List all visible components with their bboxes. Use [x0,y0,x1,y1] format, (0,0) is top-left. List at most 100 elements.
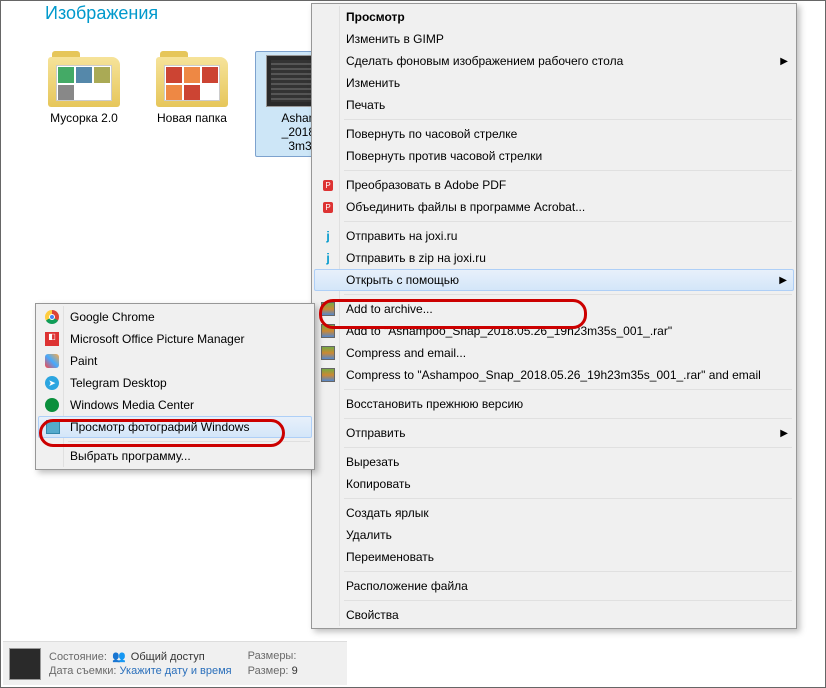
sub-menu-item[interactable]: ◧ Microsoft Office Picture Manager [38,328,312,350]
rar-icon [320,367,336,383]
main-menu-item[interactable]: Восстановить прежнюю версию [314,393,794,415]
sub-menu-item[interactable]: Windows Media Center [38,394,312,416]
menu-item-label: Windows Media Center [70,398,194,412]
main-menu-item[interactable]: Отправить ▶ [314,422,794,444]
menu-separator [344,119,792,120]
status-state-label: Состояние: [49,651,107,663]
status-date-label: Дата съемки: [49,665,116,677]
main-menu-item[interactable]: Add to "Ashampoo_Snap_2018.05.26_19h23m3… [314,320,794,342]
menu-separator [344,294,792,295]
menu-separator [344,221,792,222]
main-menu-item[interactable]: j Отправить в zip на joxi.ru [314,247,794,269]
folder-area: Мусорка 2.0 Новая папка Asham _2018. 3m3 [39,51,345,157]
main-menu-item[interactable]: Сделать фоновым изображением рабочего ст… [314,50,794,72]
main-menu-item[interactable]: Вырезать [314,451,794,473]
submenu-arrow-icon: ▶ [780,428,788,439]
shared-icon: 👥 [112,651,126,663]
main-menu-item[interactable]: Изменить в GIMP [314,28,794,50]
folder-item[interactable]: Новая папка [147,51,237,157]
submenu-arrow-icon: ▶ [780,56,788,67]
main-menu-item[interactable]: Расположение файла [314,575,794,597]
menu-item-label: Восстановить прежнюю версию [346,397,523,411]
main-menu-item[interactable]: Печать [314,94,794,116]
menu-separator [344,389,792,390]
chrome-icon [44,309,60,325]
folder-item[interactable]: Мусорка 2.0 [39,51,129,157]
mspm-icon: ◧ [44,331,60,347]
menu-item-label: Compress and email... [346,346,466,360]
photoviewer-icon [45,419,61,435]
main-menu-item[interactable]: P Объединить файлы в программе Acrobat... [314,196,794,218]
menu-separator [68,441,310,442]
sub-menu-item[interactable]: Paint [38,350,312,372]
menu-separator [344,447,792,448]
sub-menu-item[interactable]: Google Chrome [38,306,312,328]
main-menu-item[interactable]: P Преобразовать в Adobe PDF [314,174,794,196]
status-date-value[interactable]: Укажите дату и время [120,665,232,677]
menu-item-label: Вырезать [346,455,399,469]
menu-item-label: Отправить на joxi.ru [346,229,457,243]
folder-label: Мусорка 2.0 [50,111,118,125]
menu-separator [344,571,792,572]
menu-item-label: Сделать фоновым изображением рабочего ст… [346,54,623,68]
main-menu-item[interactable]: Повернуть по часовой стрелке [314,123,794,145]
rar-icon [320,323,336,339]
menu-item-label: Повернуть по часовой стрелке [346,127,517,141]
main-menu-item[interactable]: Удалить [314,524,794,546]
context-menu-main: Просмотр Изменить в GIMP Сделать фоновым и… [311,3,797,629]
main-menu-item[interactable]: Просмотр [314,6,794,28]
joxi-icon: j [320,228,336,244]
telegram-icon: ➤ [44,375,60,391]
menu-item-label: Отправить [346,426,406,440]
menu-item-label: Выбрать программу... [70,449,191,463]
menu-item-label: Add to "Ashampoo_Snap_2018.05.26_19h23m3… [346,324,672,338]
folder-icon [48,51,120,107]
paint-icon [44,353,60,369]
menu-item-label: Просмотр [346,10,405,24]
menu-separator [344,418,792,419]
status-state-value: Общий доступ [131,651,205,663]
pdf-icon: P [320,177,336,193]
main-menu-item[interactable]: Открыть с помощью ▶ [314,269,794,291]
menu-item-label: Microsoft Office Picture Manager [70,332,245,346]
main-menu-item[interactable]: Создать ярлык [314,502,794,524]
submenu-arrow-icon: ▶ [779,275,787,286]
main-menu-item[interactable]: Повернуть против часовой стрелки [314,145,794,167]
menu-separator [344,600,792,601]
menu-item-label: Удалить [346,528,392,542]
menu-item-label: Paint [70,354,97,368]
main-menu-item[interactable]: Переименовать [314,546,794,568]
joxi-icon: j [320,250,336,266]
pdf-icon: P [320,199,336,215]
menu-item-label: Расположение файла [346,579,468,593]
menu-item-label: Изменить в GIMP [346,32,444,46]
main-menu-item[interactable]: Свойства [314,604,794,626]
menu-item-label: Add to archive... [346,302,433,316]
menu-item-label: Создать ярлык [346,506,429,520]
main-menu-item[interactable]: Копировать [314,473,794,495]
menu-item-label: Изменить [346,76,400,90]
status-thumbnail [9,648,41,680]
menu-separator [344,498,792,499]
menu-item-label: Переименовать [346,550,434,564]
menu-item-label: Копировать [346,477,411,491]
menu-item-label: Открыть с помощью [346,273,459,287]
main-menu-item[interactable]: Compress to "Ashampoo_Snap_2018.05.26_19… [314,364,794,386]
menu-item-label: Отправить в zip на joxi.ru [346,251,486,265]
context-menu-openwith: Google Chrome ◧ Microsoft Office Picture M… [35,303,315,470]
sub-menu-item[interactable]: ➤Telegram Desktop [38,372,312,394]
wmc-icon [44,397,60,413]
menu-item-label: Свойства [346,608,399,622]
rar-icon [320,301,336,317]
status-size2-label: Размер: [248,665,289,677]
menu-item-label: Преобразовать в Adobe PDF [346,178,506,192]
status-bar: Состояние: 👥 Общий доступ Размеры: Дата … [3,641,347,685]
main-menu-item[interactable]: Изменить [314,72,794,94]
menu-item-label: Повернуть против часовой стрелки [346,149,542,163]
sub-menu-item[interactable]: Просмотр фотографий Windows [38,416,312,438]
main-menu-item[interactable]: Add to archive... [314,298,794,320]
main-menu-item[interactable]: Compress and email... [314,342,794,364]
main-menu-item[interactable]: j Отправить на joxi.ru [314,225,794,247]
menu-item-label: Объединить файлы в программе Acrobat... [346,200,585,214]
sub-menu-item[interactable]: Выбрать программу... [38,445,312,467]
